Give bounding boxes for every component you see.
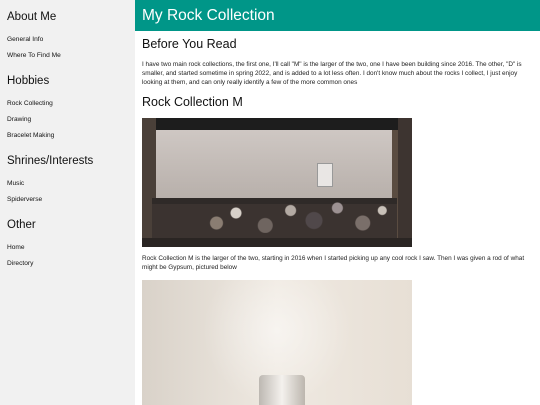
page-header: My Rock Collection — [135, 0, 540, 31]
before-you-read-heading: Before You Read — [142, 37, 237, 51]
sidebar-heading-hobbies: Hobbies — [7, 75, 50, 87]
sidebar-section-hobbies: Hobbies Rock Collecting Drawing Bracelet… — [7, 74, 135, 140]
sidebar-link-where-to-find-me[interactable]: Where To Find Me — [7, 52, 135, 60]
sidebar: About Me General Info Where To Find Me H… — [0, 0, 135, 405]
sidebar-link-general-info[interactable]: General Info — [7, 36, 135, 44]
sidebar-link-directory[interactable]: Directory — [7, 260, 135, 268]
sidebar-link-spiderverse[interactable]: Spiderverse — [7, 196, 135, 204]
sidebar-section-shrines: Shrines/Interests Music Spiderverse — [7, 154, 135, 204]
main-content: Before You Read I have two main rock col… — [135, 31, 540, 405]
sidebar-heading-about: About Me — [7, 11, 57, 23]
sidebar-link-drawing[interactable]: Drawing — [7, 116, 135, 124]
sidebar-section-other: Other Home Directory — [7, 218, 135, 268]
sidebar-link-rock-collecting[interactable]: Rock Collecting — [7, 100, 135, 108]
rock-collection-m-text: Rock Collection M is the larger of the t… — [142, 255, 525, 271]
sidebar-section-about: About Me General Info Where To Find Me — [7, 10, 135, 60]
rock-collection-m-heading: Rock Collection M — [142, 95, 243, 109]
before-you-read-text: I have two main rock collections, the fi… — [142, 61, 522, 86]
sidebar-heading-shrines: Shrines/Interests — [7, 155, 94, 167]
sidebar-heading-other: Other — [7, 219, 36, 231]
sidebar-link-music[interactable]: Music — [7, 180, 135, 188]
page-title: My Rock Collection — [142, 7, 275, 24]
sidebar-link-bracelet-making[interactable]: Bracelet Making — [7, 132, 135, 140]
gypsum-rod-photo — [142, 280, 412, 405]
sidebar-link-home[interactable]: Home — [7, 244, 135, 252]
rock-collection-m-photo — [142, 118, 412, 247]
